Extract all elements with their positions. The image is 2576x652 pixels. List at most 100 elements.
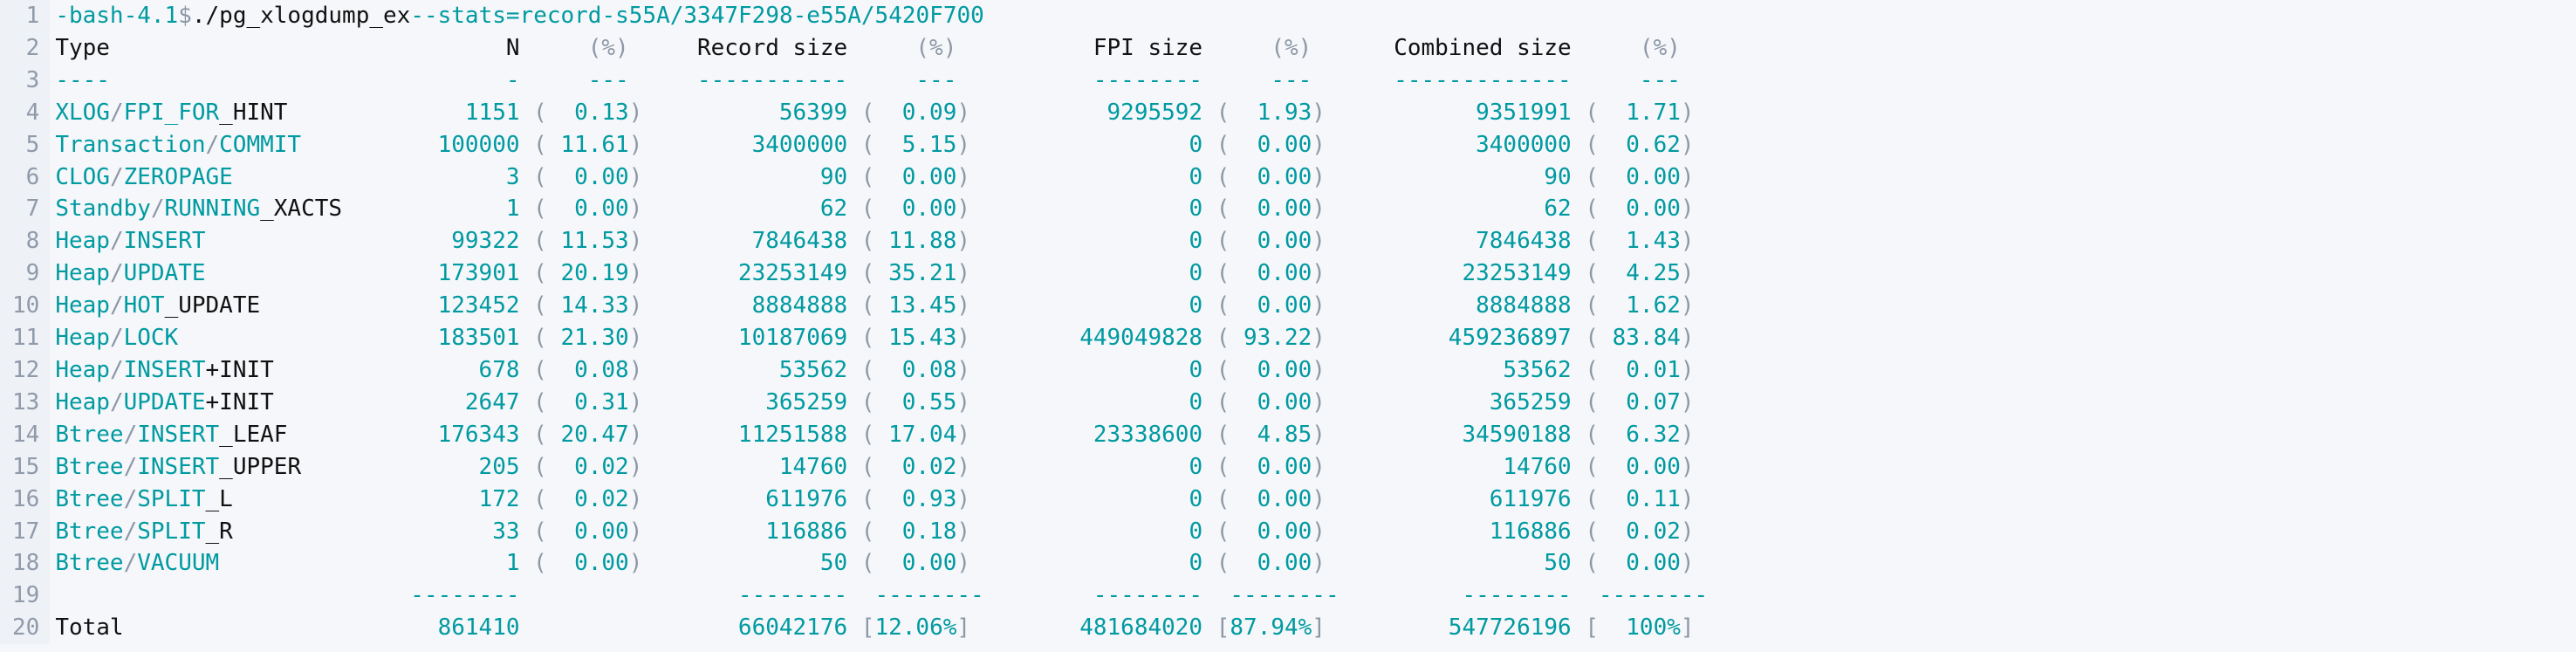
hdr-fs: FPI size <box>970 32 1202 65</box>
col-rs-pct: 0.93 <box>874 484 956 516</box>
type-part1: Btree <box>55 422 123 448</box>
sep: -------- <box>970 580 1202 612</box>
dash: --- <box>1230 65 1312 97</box>
paren: ) <box>1681 290 1695 322</box>
col-cs: 50 <box>1326 547 1572 580</box>
paren: ( <box>1202 451 1230 484</box>
col-rs-pct: 35.21 <box>874 257 956 290</box>
paren: ( <box>1572 161 1599 194</box>
col-n: 1 <box>410 193 519 225</box>
paren: ) <box>1681 257 1695 290</box>
paren: ) <box>629 451 643 484</box>
dash: ----------- <box>642 65 847 97</box>
col-n: 1 <box>410 547 519 580</box>
cmd: ./pg_xlogdump_ex <box>192 0 410 32</box>
col-cs-pct: 1.62 <box>1599 290 1681 322</box>
col-cs: 8884888 <box>1326 290 1572 322</box>
col-rs: 7846438 <box>642 225 847 257</box>
col-rs-pct: 0.18 <box>874 516 956 548</box>
col-rs: 365259 <box>642 387 847 419</box>
paren: ( <box>520 451 547 484</box>
sep: -------- <box>1230 580 1312 612</box>
col-fs-pct: 93.22 <box>1230 322 1312 354</box>
paren: ) <box>1312 387 1326 419</box>
type-part3: +INIT <box>206 357 274 383</box>
paren: ( <box>847 322 874 354</box>
type-sep: / <box>110 292 124 319</box>
bracket: ] <box>1681 612 1695 644</box>
col-fs-pct: 0.00 <box>1230 161 1312 194</box>
paren: ( <box>1572 225 1599 257</box>
col-cs-pct: 0.00 <box>1599 193 1681 225</box>
col-cs-pct: 0.07 <box>1599 387 1681 419</box>
col-type: Heap/LOCK <box>55 322 410 354</box>
paren: ( <box>1202 387 1230 419</box>
total-rs-pct: 12.06% <box>874 612 956 644</box>
code-line: Heap/UPDATE+INIT 2647 ( 0.31) 365259 ( 0… <box>55 387 1694 419</box>
col-type: Heap/INSERT <box>55 225 410 257</box>
col-n-pct: 0.13 <box>547 97 629 129</box>
type-part1: CLOG <box>55 164 110 190</box>
col-fs-pct: 0.00 <box>1230 516 1312 548</box>
code-line: Type N (%) Record size (%) FPI size (%) … <box>55 32 1694 65</box>
col-cs-pct: 6.32 <box>1599 419 1681 451</box>
col-fs: 0 <box>970 290 1202 322</box>
col-fs-pct: 0.00 <box>1230 484 1312 516</box>
paren: ) <box>629 516 643 548</box>
col-cs: 3400000 <box>1326 129 1572 161</box>
bracket: ] <box>1312 612 1326 644</box>
col-cs: 23253149 <box>1326 257 1572 290</box>
cmd-flag: -e <box>793 0 820 32</box>
paren: ( <box>1202 322 1230 354</box>
paren: ( <box>1572 484 1599 516</box>
sep: -------- <box>1599 580 1681 612</box>
col-cs-pct: 83.84 <box>1599 322 1681 354</box>
paren: ( <box>847 161 874 194</box>
type-part1: Heap <box>55 260 110 286</box>
col-n: 99322 <box>410 225 519 257</box>
col-cs-pct: 4.25 <box>1599 257 1681 290</box>
paren: ) <box>956 354 970 387</box>
type-part1: Transaction <box>55 132 205 158</box>
code-line: Heap/LOCK 183501 (21.30) 10187069 (15.43… <box>55 322 1694 354</box>
col-rs-pct: 0.08 <box>874 354 956 387</box>
paren: ) <box>956 387 970 419</box>
paren: ) <box>1312 516 1326 548</box>
col-cs: 365259 <box>1326 387 1572 419</box>
col-n: 678 <box>410 354 519 387</box>
col-n-pct: 0.31 <box>547 387 629 419</box>
col-type: CLOG/ZEROPAGE <box>55 161 410 194</box>
col-cs: 14760 <box>1326 451 1572 484</box>
paren: ) <box>629 354 643 387</box>
paren: ( <box>520 387 547 419</box>
paren: ( <box>847 516 874 548</box>
code-line: Heap/INSERT+INIT 678 ( 0.08) 53562 ( 0.0… <box>55 354 1694 387</box>
paren: ) <box>1312 354 1326 387</box>
shell-dollar: $ <box>178 0 192 32</box>
type-part2: COMMIT <box>219 132 301 158</box>
paren: ( <box>1572 193 1599 225</box>
code-line: Btree/INSERT_UPPER 205 ( 0.02) 14760 ( 0… <box>55 451 1694 484</box>
col-n-pct: 0.00 <box>547 161 629 194</box>
col-fs: 449049828 <box>970 322 1202 354</box>
paren: ) <box>1312 451 1326 484</box>
col-fs: 0 <box>970 257 1202 290</box>
col-rs: 23253149 <box>642 257 847 290</box>
col-fs: 0 <box>970 516 1202 548</box>
type-part3: _UPPER <box>219 454 301 480</box>
code-line: Heap/UPDATE 173901 (20.19) 23253149 (35.… <box>55 257 1694 290</box>
type-part2: VACUUM <box>137 550 219 576</box>
paren: ( <box>1202 516 1230 548</box>
type-part3: _LEAF <box>219 422 287 448</box>
paren: ( <box>1202 484 1230 516</box>
col-fs: 0 <box>970 547 1202 580</box>
paren: ( <box>520 547 547 580</box>
paren: ( <box>1572 129 1599 161</box>
type-part2: FPI_FOR <box>124 100 220 126</box>
col-cs-pct: 0.62 <box>1599 129 1681 161</box>
col-n-pct: 0.00 <box>547 516 629 548</box>
col-type: Heap/UPDATE <box>55 257 410 290</box>
paren: ) <box>1681 451 1695 484</box>
paren: ) <box>956 484 970 516</box>
type-part2: HOT <box>124 292 165 319</box>
